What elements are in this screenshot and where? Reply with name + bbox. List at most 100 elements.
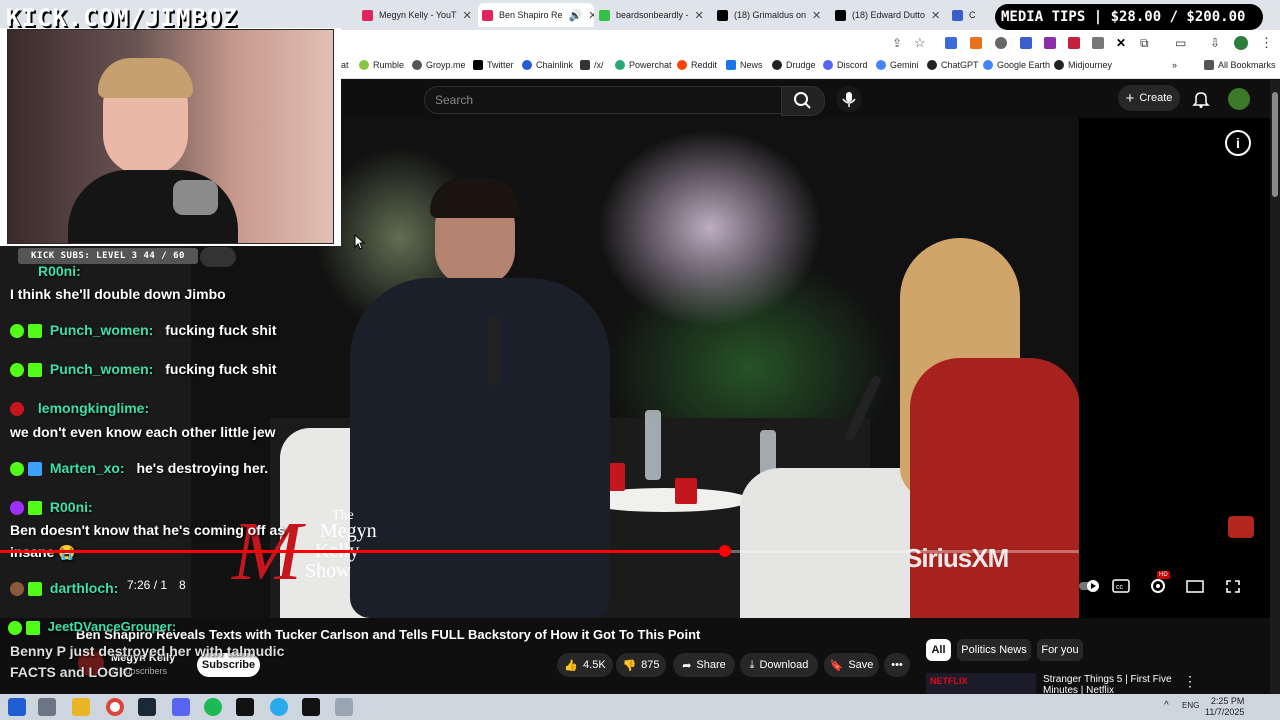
audio-icon[interactable]: 🔊: [569, 9, 583, 22]
windows-start-icon[interactable]: [8, 698, 26, 716]
create-button[interactable]: + Create: [1118, 85, 1180, 111]
close-tab-icon[interactable]: ✕: [931, 9, 940, 22]
download-icon[interactable]: ⇩: [1210, 36, 1220, 50]
telegram-icon[interactable]: [270, 698, 288, 716]
bookmark-groyp[interactable]: Groyp.me: [412, 60, 466, 70]
install-icon[interactable]: ⇪: [892, 36, 902, 50]
steam-icon[interactable]: [138, 698, 156, 716]
app-icon[interactable]: [335, 698, 353, 716]
bookmark-label: News: [740, 60, 763, 70]
extension-icon[interactable]: [1068, 37, 1080, 49]
bookmark-drudge[interactable]: Drudge: [772, 60, 816, 70]
clock-time: 2:25 PM: [1210, 696, 1245, 706]
system-clock[interactable]: 2:25 PM 11/7/2025: [1205, 696, 1244, 718]
chip-for-you[interactable]: For you: [1037, 639, 1083, 661]
captions-icon[interactable]: cc: [1110, 576, 1132, 596]
reddit-icon: [677, 60, 687, 70]
tab-ben-shapiro[interactable]: Ben Shapiro Re 🔊 ✕: [478, 3, 594, 27]
autoplay-toggle-icon[interactable]: [1078, 576, 1100, 596]
notifications-bell-icon[interactable]: [1192, 90, 1210, 108]
extension-icon[interactable]: [1092, 37, 1104, 49]
tray-chevron-icon[interactable]: ^: [1164, 700, 1169, 711]
chat-username: Marten_xo:: [49, 460, 125, 476]
extension-icon[interactable]: [1044, 37, 1056, 49]
voice-search-button[interactable]: [836, 86, 862, 112]
tab-beardsonbeardly[interactable]: beardsonbeardly - ✕: [599, 3, 711, 27]
discord-icon[interactable]: [172, 698, 190, 716]
progress-scrubber[interactable]: [719, 545, 731, 557]
tab-megyn-kelly[interactable]: Megyn Kelly - YouT ✕: [362, 3, 474, 27]
chip-all[interactable]: All: [926, 639, 951, 661]
chip-politics-news[interactable]: Politics News: [957, 639, 1031, 661]
tab-label: C: [969, 10, 976, 20]
bookmark-google-earth[interactable]: Google Earth: [983, 60, 1050, 70]
puzzle-icon[interactable]: ⧉: [1140, 36, 1149, 51]
recommended-thumbnail[interactable]: NETFLIX: [926, 673, 1036, 694]
recommended-title[interactable]: Stranger Things 5 | First Five Minutes |…: [1043, 674, 1183, 696]
close-tab-icon[interactable]: ✕: [812, 9, 821, 22]
search-button[interactable]: [781, 86, 825, 116]
scrollbar-thumb[interactable]: [1272, 92, 1278, 197]
x-icon: [473, 60, 483, 70]
tab-grimaldus[interactable]: (18) Grimaldus on ✕: [717, 3, 829, 27]
like-button[interactable]: 👍 4.5K: [557, 653, 613, 677]
kick-badge-icon: [10, 324, 24, 339]
bookmark-chainlink[interactable]: Chainlink: [522, 60, 573, 70]
extension-icon[interactable]: [945, 37, 957, 49]
extension-icon[interactable]: [1020, 37, 1032, 49]
theater-mode-icon[interactable]: [1184, 576, 1206, 596]
shield-icon[interactable]: [995, 37, 1007, 49]
progress-bar-played[interactable]: [0, 550, 725, 553]
screen-icon[interactable]: ▭: [1175, 36, 1186, 50]
bookmark-gemini[interactable]: Gemini: [876, 60, 919, 70]
bookmark-label: All Bookmarks: [1218, 60, 1276, 70]
bookmark-x-board[interactable]: /x/: [580, 60, 604, 70]
metamask-icon[interactable]: [970, 37, 982, 49]
search-input[interactable]: Search: [424, 86, 782, 114]
bookmark-discord[interactable]: Discord: [823, 60, 868, 70]
info-icon[interactable]: i: [1225, 130, 1251, 156]
youtube-header: Search + Create: [341, 80, 1280, 118]
dislike-button[interactable]: 👎 875: [616, 653, 666, 677]
subscribe-watermark-icon[interactable]: [1228, 516, 1254, 538]
bookmark-news[interactable]: News: [726, 60, 763, 70]
bookmark-midjourney[interactable]: Midjourney: [1054, 60, 1112, 70]
obs-icon[interactable]: [302, 698, 320, 716]
language-indicator[interactable]: ENG: [1182, 701, 1199, 710]
close-tab-icon[interactable]: ✕: [588, 9, 594, 22]
chrome-icon[interactable]: [106, 698, 124, 716]
terminal-icon[interactable]: [236, 698, 254, 716]
bookmark-item[interactable]: at: [341, 60, 349, 70]
save-button[interactable]: 🔖 Save: [824, 653, 879, 677]
account-avatar[interactable]: [1228, 88, 1250, 110]
settings-gear-icon[interactable]: HD: [1147, 571, 1170, 596]
download-button[interactable]: ⤓ Download: [740, 653, 818, 677]
close-tab-icon[interactable]: ✕: [695, 9, 704, 22]
file-explorer-icon[interactable]: [72, 698, 90, 716]
recommended-menu-icon[interactable]: ⋮: [1183, 673, 1197, 690]
chat-username: darthloch:: [49, 580, 119, 596]
fullscreen-icon[interactable]: [1222, 576, 1244, 596]
x-icon[interactable]: ✕: [1116, 36, 1126, 50]
kebab-menu-icon[interactable]: ⋮: [1260, 35, 1273, 51]
share-button[interactable]: ➦ Share: [673, 653, 735, 677]
discord-icon: [823, 60, 833, 70]
bookmark-reddit[interactable]: Reddit: [677, 60, 717, 70]
all-bookmarks[interactable]: All Bookmarks: [1204, 60, 1276, 70]
bookmark-rumble[interactable]: Rumble: [359, 60, 404, 70]
more-actions-icon[interactable]: •••: [884, 653, 910, 677]
bookmark-twitter[interactable]: Twitter: [473, 60, 514, 70]
bookmarks-overflow-icon[interactable]: »: [1172, 60, 1177, 70]
kick-badge-icon: [10, 363, 24, 378]
bookmark-chatgpt[interactable]: ChatGPT: [927, 60, 979, 70]
bookmark-powerchat[interactable]: Powerchat: [615, 60, 672, 70]
tab-edward-dutton[interactable]: (18) Edward Dutto ✕: [835, 3, 945, 27]
spotify-icon[interactable]: [204, 698, 222, 716]
gemini-icon: [876, 60, 886, 70]
bookmark-label: ChatGPT: [941, 60, 979, 70]
close-tab-icon[interactable]: ✕: [463, 9, 472, 22]
tab-other[interactable]: C: [952, 3, 992, 27]
task-view-icon[interactable]: [38, 698, 56, 716]
bookmark-star-icon[interactable]: ☆: [914, 35, 926, 51]
profile-avatar[interactable]: [1234, 36, 1248, 50]
